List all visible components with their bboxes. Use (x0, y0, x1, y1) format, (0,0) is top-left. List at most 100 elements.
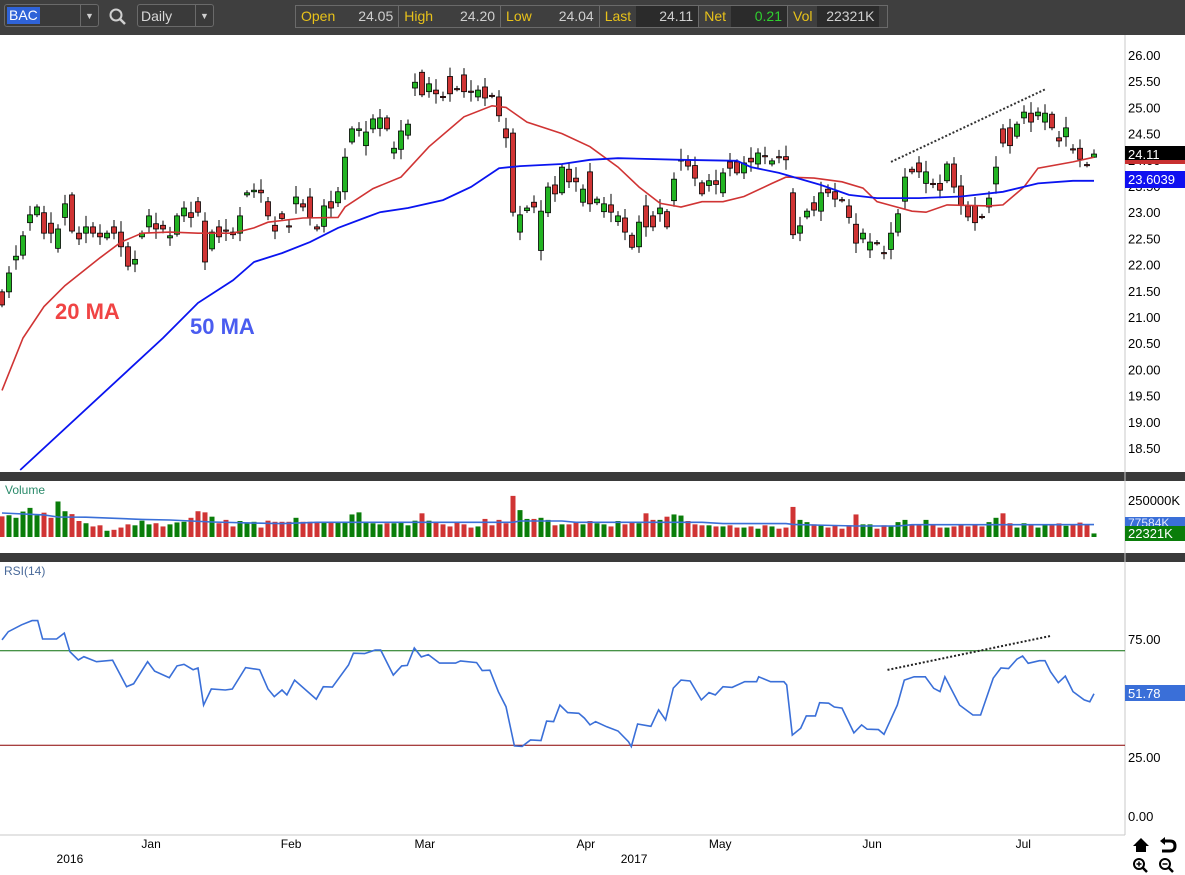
volume-bar (594, 523, 600, 537)
candle-body-down (573, 177, 579, 183)
candle-body-up (594, 198, 600, 204)
volume-bar (314, 521, 320, 537)
chart-canvas[interactable]: Volume RSI(14) 20 MA 50 MA Jan Feb Mar Apr M… (0, 35, 1185, 875)
candle-body-down (664, 211, 670, 228)
candle-body-up (517, 214, 523, 233)
volume-bar (48, 517, 54, 537)
candle-body-down (972, 205, 978, 224)
candle-body-down (748, 157, 754, 163)
volume-bar (1028, 524, 1034, 537)
candle-body-up (1063, 127, 1069, 138)
candle-body-down (258, 189, 264, 194)
candle-body-up (426, 83, 432, 93)
candle-body-down (951, 163, 957, 188)
candle-body-down (41, 212, 47, 234)
year-tick-label: 2017 (621, 852, 648, 866)
candle-body-down (930, 182, 936, 185)
price-tick-label: 25.50 (1128, 74, 1161, 89)
volume-bar (818, 525, 824, 537)
interval-value: Daily (141, 8, 173, 24)
volume-bar (195, 511, 201, 537)
candle-body-down (629, 234, 635, 248)
volume-bar (83, 523, 89, 537)
candle-body-down (468, 90, 474, 93)
volume-bar (839, 528, 845, 537)
rsi-last-tag-text: 51.78 (1128, 686, 1161, 701)
volume-bar (601, 524, 607, 537)
volume-bar (440, 524, 446, 537)
symbol-dropdown-arrow-icon[interactable]: ▼ (80, 5, 98, 26)
quote-value: 24.20 (460, 8, 496, 24)
volume-bar (587, 521, 593, 537)
rsi-panel-label: RSI(14) (4, 564, 45, 578)
volume-bar (55, 501, 61, 537)
price-tick-label: 22.00 (1128, 258, 1161, 273)
candle-body-up (412, 81, 418, 89)
panel-divider[interactable] (0, 553, 1185, 562)
volume-bar (6, 515, 12, 537)
search-button[interactable] (108, 7, 128, 27)
volume-bar (783, 527, 789, 537)
candle-body-up (377, 117, 383, 129)
volume-bar (118, 527, 124, 537)
candle-body-up (174, 215, 180, 235)
candle-body-up (636, 221, 642, 248)
symbol-combobox[interactable]: BAC ▼ (4, 4, 99, 27)
candle-body-down (566, 168, 572, 183)
volume-bar (797, 519, 803, 537)
month-tick-label: Apr (576, 837, 595, 851)
candle-body-up (244, 192, 250, 196)
volume-bar (909, 524, 915, 537)
candlestick (664, 209, 670, 230)
ma20-annotation: 20 MA (55, 299, 120, 324)
quote-last: Last 24.11 (600, 6, 700, 27)
candle-body-up (167, 235, 173, 239)
candle-body-up (20, 235, 26, 256)
candle-body-down (300, 203, 306, 208)
volume-bar (566, 524, 572, 537)
volume-bar (412, 520, 418, 537)
panel-divider[interactable] (0, 472, 1185, 481)
volume-bar (720, 526, 726, 537)
candle-body-down (111, 226, 117, 234)
volume-bar (643, 513, 649, 537)
symbol-input[interactable]: BAC (7, 7, 40, 24)
candle-body-up (993, 166, 999, 185)
candle-body-down (762, 155, 768, 158)
candle-body-down (272, 224, 278, 232)
volume-bar (503, 523, 509, 537)
candlestick (944, 161, 950, 184)
candlestick (419, 69, 425, 98)
volume-bar (979, 526, 985, 537)
candle-body-down (1077, 147, 1083, 160)
candle-body-down (1028, 112, 1034, 123)
candle-body-up (356, 128, 362, 131)
volume-bar (146, 524, 152, 537)
candle-body-up (6, 272, 12, 293)
volume-bar (993, 517, 999, 537)
interval-dropdown-arrow-icon[interactable]: ▼ (195, 5, 213, 26)
month-tick-label: Mar (414, 837, 435, 851)
volume-bar (377, 524, 383, 537)
volume-bar (216, 523, 222, 537)
volume-bar (741, 527, 747, 537)
candle-body-down (153, 223, 159, 230)
candle-body-up (342, 156, 348, 193)
volume-bar (398, 521, 404, 537)
candle-body-up (209, 231, 215, 250)
candle-body-down (608, 204, 614, 213)
candle-body-up (1042, 112, 1048, 123)
volume-bar (111, 529, 117, 537)
price-tick-label: 25.00 (1128, 100, 1161, 115)
volume-bar (328, 521, 334, 537)
interval-select[interactable]: Daily ▼ (137, 4, 214, 27)
volume-bar (76, 521, 82, 537)
quote-strip: Open 24.05 High 24.20 Low 24.04 Last 24.11 N… (295, 5, 888, 28)
volume-bar (251, 521, 257, 537)
volume-bar (1084, 524, 1090, 537)
price-tick-label: 19.00 (1128, 415, 1161, 430)
candle-body-up (349, 128, 355, 143)
quote-label: Net (704, 8, 726, 24)
volume-bar (202, 512, 208, 537)
volume-bar (153, 523, 159, 537)
